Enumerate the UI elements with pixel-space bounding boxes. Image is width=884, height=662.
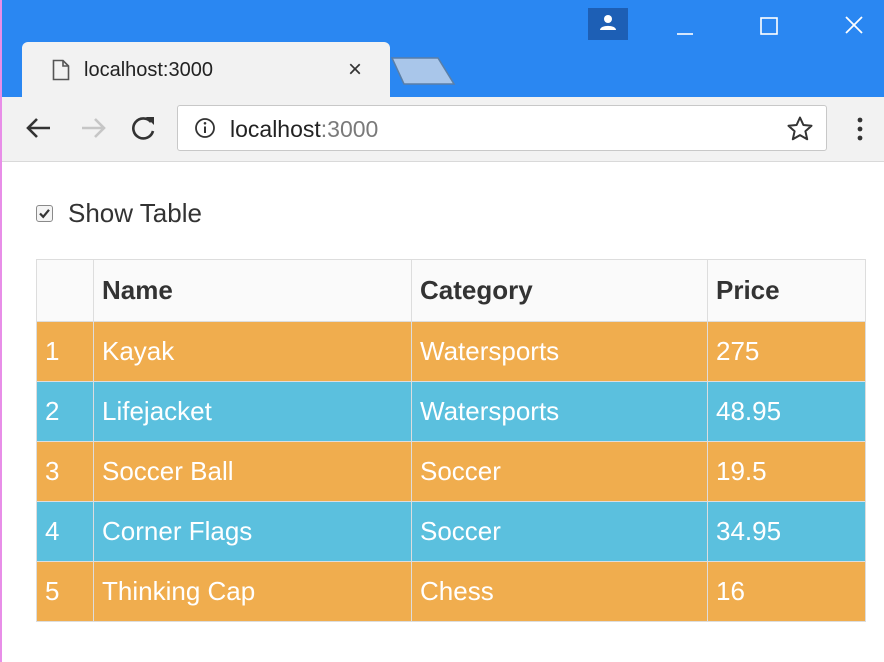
browser-window: localhost:3000 × localhost:3000 Show Tab… [0,0,884,662]
table-row: 2 Lifejacket Watersports 48.95 [36,381,866,442]
table-row: 4 Corner Flags Soccer 34.95 [36,501,866,562]
address-bar[interactable]: localhost:3000 [177,105,827,151]
column-header-category: Category [411,259,708,322]
row-index: 2 [36,381,94,442]
product-price: 34.95 [707,501,866,562]
product-name: Thinking Cap [93,561,412,622]
product-category: Soccer [411,501,708,562]
browser-toolbar: localhost:3000 [2,97,884,162]
product-category: Watersports [411,321,708,382]
maximize-icon[interactable] [746,10,792,40]
page-icon [52,59,70,81]
star-icon[interactable] [786,115,814,143]
show-table-checkbox[interactable] [36,204,53,222]
page-content: Show Table Name Category Price 1 Kayak W… [2,162,884,662]
minimize-icon[interactable] [662,10,708,40]
browser-tab[interactable]: localhost:3000 × [22,42,390,97]
product-name: Kayak [93,321,412,382]
kebab-menu-icon[interactable] [850,114,870,144]
checkmark-icon [39,208,50,218]
url-text[interactable]: localhost:3000 [230,116,378,142]
products-table: Name Category Price 1 Kayak Watersports … [36,259,866,622]
column-header-price: Price [707,259,866,322]
row-index: 3 [36,441,94,502]
product-price: 48.95 [707,381,866,442]
product-price: 275 [707,321,866,382]
column-header-name: Name [93,259,412,322]
reload-icon[interactable] [126,111,160,145]
table-row: 5 Thinking Cap Chess 16 [36,561,866,622]
product-price: 16 [707,561,866,622]
table-header-row: Name Category Price [36,259,866,322]
url-port: :3000 [320,116,379,142]
product-name: Soccer Ball [93,441,412,502]
tab-close-icon[interactable]: × [342,55,368,85]
profile-icon[interactable] [588,8,628,40]
show-table-label: Show Table [68,198,202,228]
row-index: 1 [36,321,94,382]
row-index: 4 [36,501,94,562]
product-category: Chess [411,561,708,622]
back-arrow-icon[interactable] [22,111,56,145]
title-bar: localhost:3000 × [2,0,884,97]
product-name: Corner Flags [93,501,412,562]
new-tab-icon[interactable] [390,56,456,86]
product-category: Soccer [411,441,708,502]
forward-arrow-icon[interactable] [76,111,110,145]
row-index: 5 [36,561,94,622]
show-table-control[interactable]: Show Table [36,198,202,228]
tab-title: localhost:3000 [84,59,213,81]
url-host: localhost [230,116,321,142]
product-price: 19.5 [707,441,866,502]
product-category: Watersports [411,381,708,442]
table-row: 1 Kayak Watersports 275 [36,321,866,382]
table-row: 3 Soccer Ball Soccer 19.5 [36,441,866,502]
product-name: Lifejacket [93,381,412,442]
close-icon[interactable] [832,10,878,40]
column-header-index [36,259,94,322]
info-icon[interactable] [194,117,216,139]
